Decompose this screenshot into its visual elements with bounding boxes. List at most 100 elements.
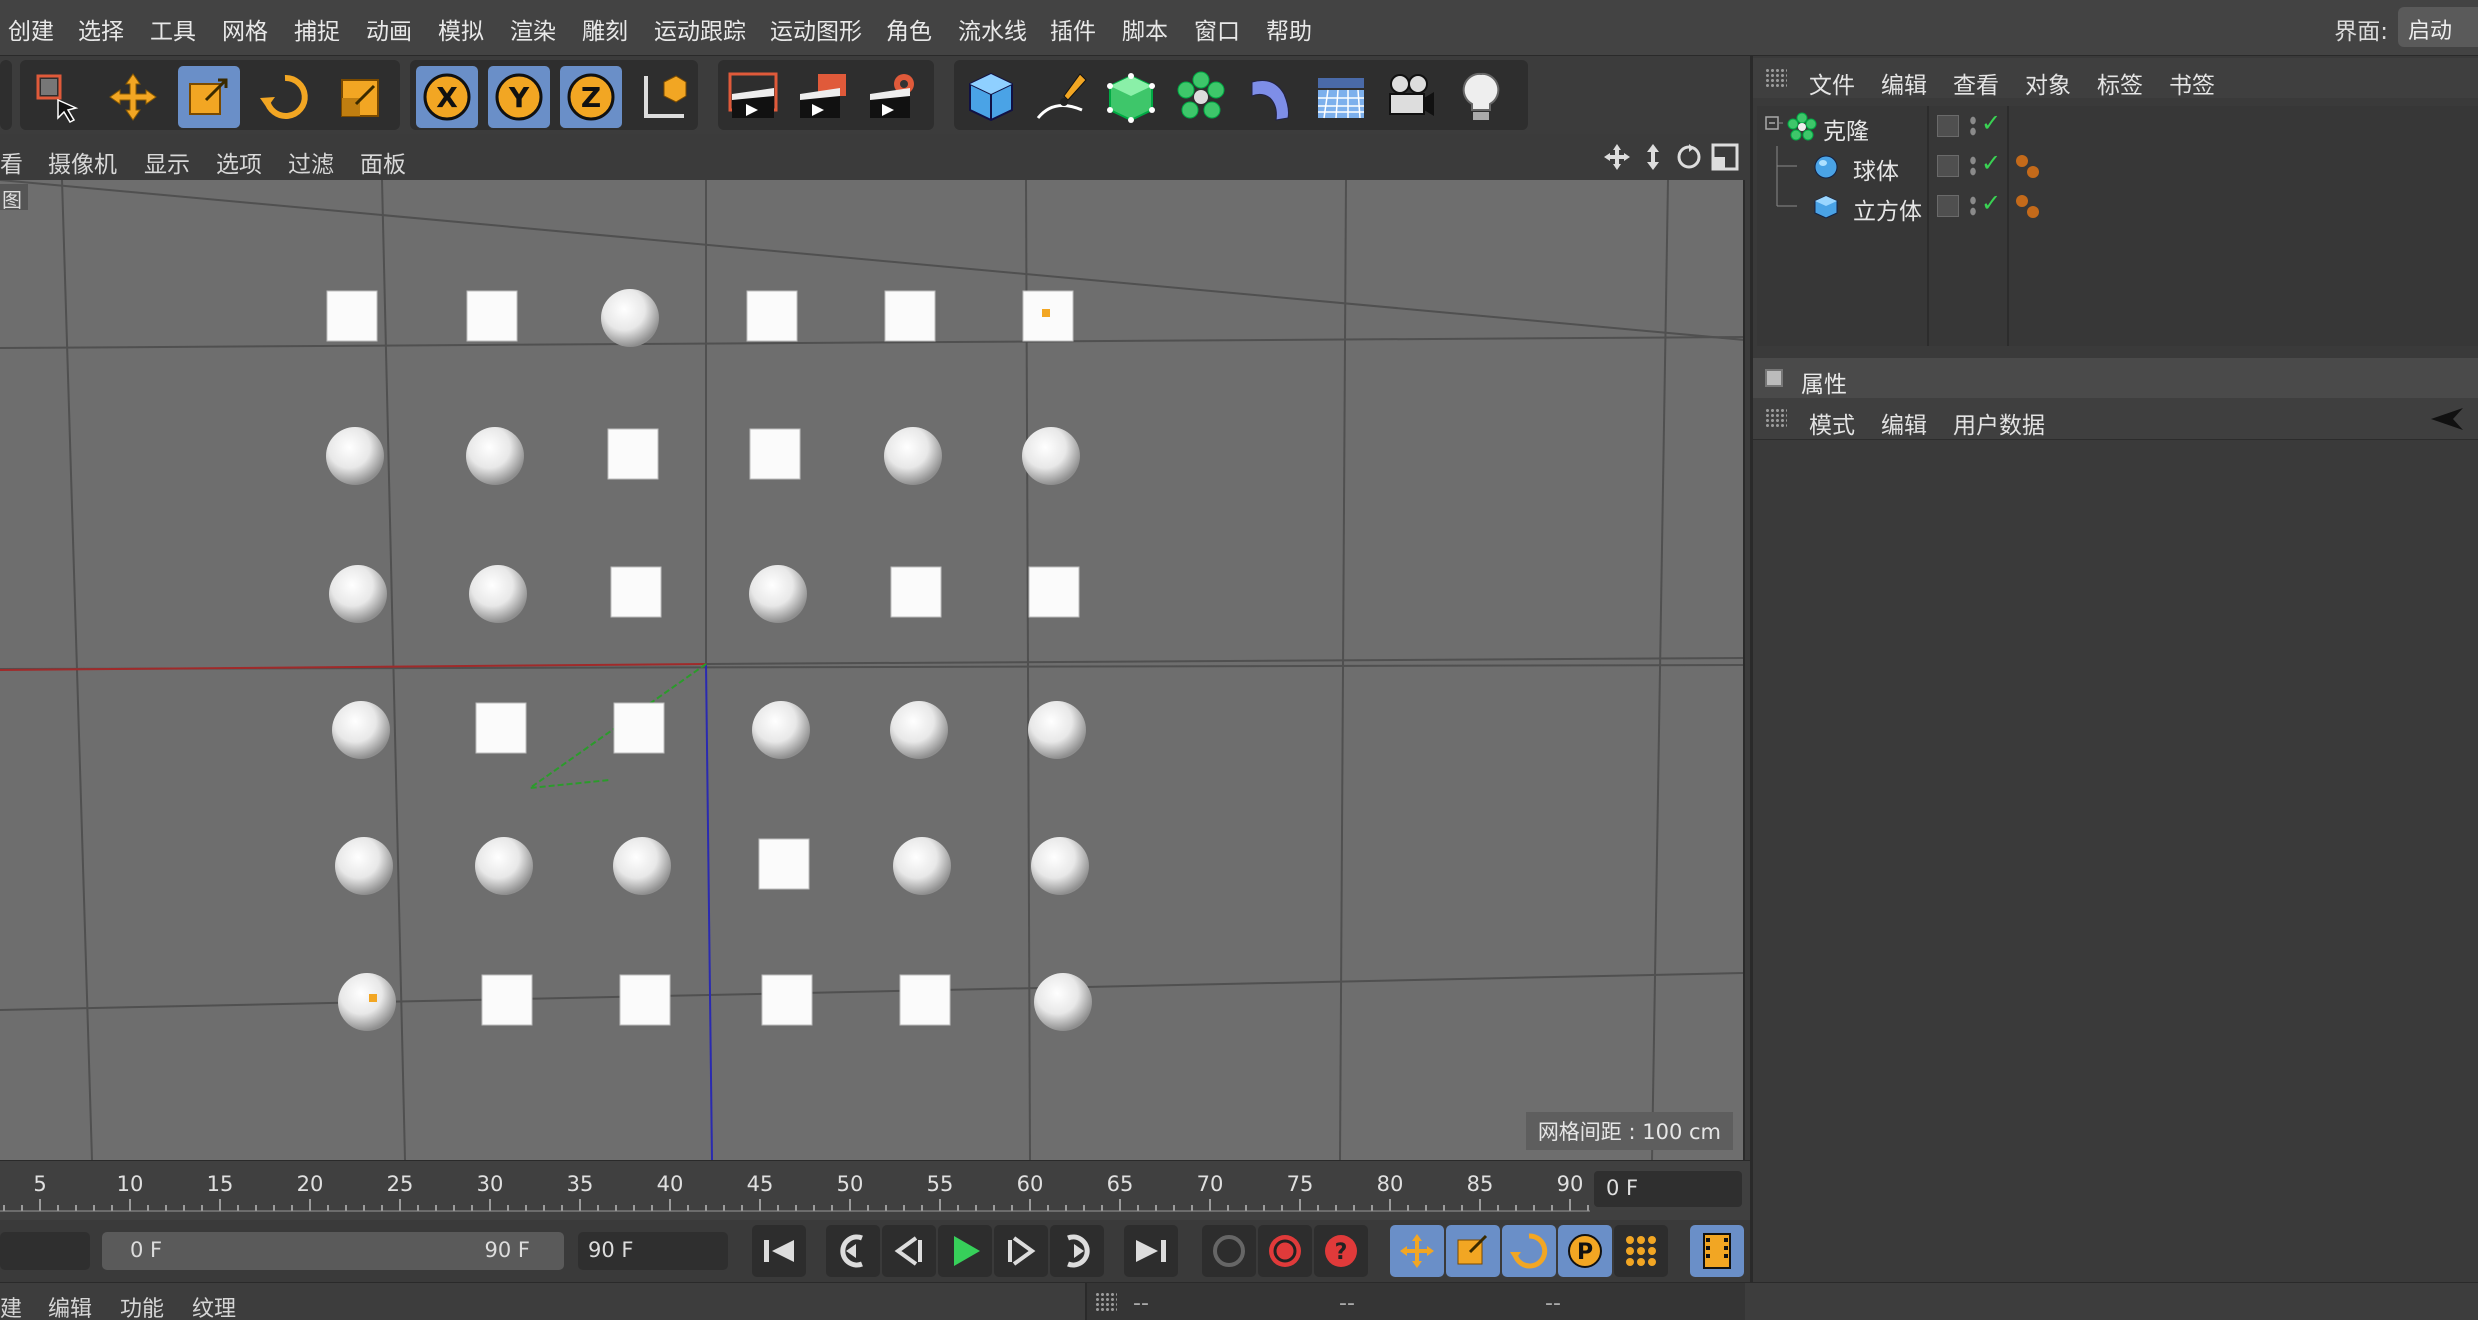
clone-sphere[interactable] [1028, 701, 1086, 759]
record-active-objects-button[interactable] [1258, 1225, 1312, 1277]
next-frame-button[interactable] [994, 1225, 1048, 1277]
move-button[interactable] [102, 66, 164, 128]
subdivision-surface-button[interactable] [1100, 66, 1162, 128]
menu-sculpt[interactable]: 雕刻 [582, 12, 628, 46]
clone-sphere[interactable] [601, 289, 659, 347]
key-pla-button[interactable] [1614, 1225, 1668, 1277]
clone-cube[interactable] [607, 428, 659, 480]
render-settings-button[interactable] [862, 66, 924, 128]
pen-spline-button[interactable] [1030, 66, 1092, 128]
clone-sphere[interactable] [469, 565, 527, 623]
om-menu-file[interactable]: 文件 [1809, 66, 1855, 100]
menu-plugins[interactable]: 插件 [1050, 12, 1096, 46]
material-tag-icon[interactable] [2013, 192, 2043, 222]
floor-button[interactable] [1310, 66, 1372, 128]
play-forward-button[interactable] [938, 1225, 992, 1277]
z-axis-lock-button[interactable]: Z [560, 66, 622, 128]
om-menu-bookmarks[interactable]: 书签 [2169, 66, 2215, 100]
menu-motion-tracking[interactable]: 运动跟踪 [654, 12, 746, 46]
y-axis-lock-button[interactable]: Y [488, 66, 550, 128]
clone-sphere[interactable] [329, 565, 387, 623]
menu-character[interactable]: 角色 [886, 12, 932, 46]
clone-sphere[interactable] [475, 837, 533, 895]
clone-sphere[interactable] [1031, 837, 1089, 895]
viewport-menu-view[interactable]: 看 [0, 145, 23, 179]
viewport-menu-filter[interactable]: 过滤 [288, 145, 334, 179]
layer-toggle[interactable] [1937, 115, 1959, 137]
clone-sphere[interactable] [884, 427, 942, 485]
material-menu-edit[interactable]: 编辑 [48, 1291, 92, 1320]
clone-cube[interactable] [466, 290, 518, 342]
layer-toggle[interactable] [1937, 195, 1959, 217]
viewport-menu-display[interactable]: 显示 [144, 145, 190, 179]
object-row-cloner[interactable]: 克隆 ✓ [1757, 106, 2478, 146]
visibility-dots[interactable] [1969, 155, 1977, 177]
menu-snap[interactable]: 捕捉 [294, 12, 340, 46]
clone-cube[interactable] [758, 838, 810, 890]
material-menu-texture[interactable]: 纹理 [192, 1291, 236, 1320]
clone-sphere[interactable] [335, 837, 393, 895]
pan-view-icon[interactable] [1602, 142, 1632, 172]
panel-grip-icon[interactable] [1765, 408, 1787, 428]
preview-range-slider[interactable]: 0 F 90 F [102, 1232, 564, 1270]
key-parameter-button[interactable]: P [1558, 1225, 1612, 1277]
object-name[interactable]: 克隆 [1823, 112, 1869, 146]
autokey-disabled-button[interactable] [1202, 1225, 1256, 1277]
enabled-checkmark-icon[interactable]: ✓ [1981, 189, 2001, 217]
menu-select[interactable]: 选择 [78, 12, 124, 46]
object-name[interactable]: 立方体 [1853, 192, 1922, 226]
visibility-dots[interactable] [1969, 115, 1977, 137]
coordinate-system-button[interactable] [632, 66, 694, 128]
clone-cube[interactable] [481, 974, 533, 1026]
key-rotation-button[interactable] [1502, 1225, 1556, 1277]
viewport-menu-panel[interactable]: 面板 [360, 145, 406, 179]
layer-toggle[interactable] [1937, 155, 1959, 177]
object-name[interactable]: 球体 [1853, 152, 1899, 186]
bend-deformer-button[interactable] [1240, 66, 1302, 128]
clone-sphere[interactable] [338, 973, 396, 1031]
menu-script[interactable]: 脚本 [1122, 12, 1168, 46]
menu-window[interactable]: 窗口 [1194, 12, 1240, 46]
cloner-button[interactable] [1170, 66, 1232, 128]
menu-mesh[interactable]: 网格 [222, 12, 268, 46]
menu-help[interactable]: 帮助 [1266, 12, 1312, 46]
menu-tools[interactable]: 工具 [150, 12, 196, 46]
menu-render[interactable]: 渲染 [510, 12, 556, 46]
live-selection-button[interactable] [26, 66, 88, 128]
timeline-ruler[interactable]: 5 10 15 20 25 30 35 40 45 50 55 60 65 70 75 80 85 90 0 F [0, 1160, 1750, 1220]
clone-sphere[interactable] [752, 701, 810, 759]
object-row-sphere[interactable]: 球体 ✓ [1757, 146, 2478, 186]
previous-frame-button[interactable] [882, 1225, 936, 1277]
toggle-layout-icon[interactable] [1710, 142, 1740, 172]
clone-cube[interactable] [610, 566, 662, 618]
om-menu-objects[interactable]: 对象 [2025, 66, 2071, 100]
viewport-menu-options[interactable]: 选项 [216, 145, 262, 179]
scale-button[interactable] [178, 66, 240, 128]
end-frame-field[interactable]: 90 F [578, 1232, 728, 1270]
clone-sphere[interactable] [466, 427, 524, 485]
menu-mograph[interactable]: 运动图形 [770, 12, 862, 46]
material-menu-create[interactable]: 建 [0, 1291, 22, 1320]
panel-grip-icon[interactable] [1765, 68, 1787, 88]
camera-button[interactable] [1380, 66, 1442, 128]
enabled-checkmark-icon[interactable]: ✓ [1981, 109, 2001, 137]
clone-cube[interactable] [613, 702, 665, 754]
zoom-view-icon[interactable] [1638, 142, 1668, 172]
clone-sphere[interactable] [1022, 427, 1080, 485]
attr-menu-user-data[interactable]: 用户数据 [1953, 406, 2045, 440]
key-scale-button[interactable] [1446, 1225, 1500, 1277]
clone-cube[interactable] [749, 428, 801, 480]
clone-cube[interactable] [746, 290, 798, 342]
menu-pipeline[interactable]: 流水线 [958, 12, 1027, 46]
menu-create[interactable]: 创建 [8, 12, 54, 46]
clone-sphere[interactable] [332, 701, 390, 759]
clone-cube[interactable] [475, 702, 527, 754]
cube-object-button[interactable] [960, 66, 1022, 128]
menu-simulate[interactable]: 模拟 [438, 12, 484, 46]
clone-cube[interactable] [890, 566, 942, 618]
material-menu-function[interactable]: 功能 [120, 1291, 164, 1320]
clone-cube[interactable] [1028, 566, 1080, 618]
light-button[interactable] [1450, 66, 1512, 128]
go-to-start-button[interactable] [752, 1225, 806, 1277]
previous-key-button[interactable] [826, 1225, 880, 1277]
